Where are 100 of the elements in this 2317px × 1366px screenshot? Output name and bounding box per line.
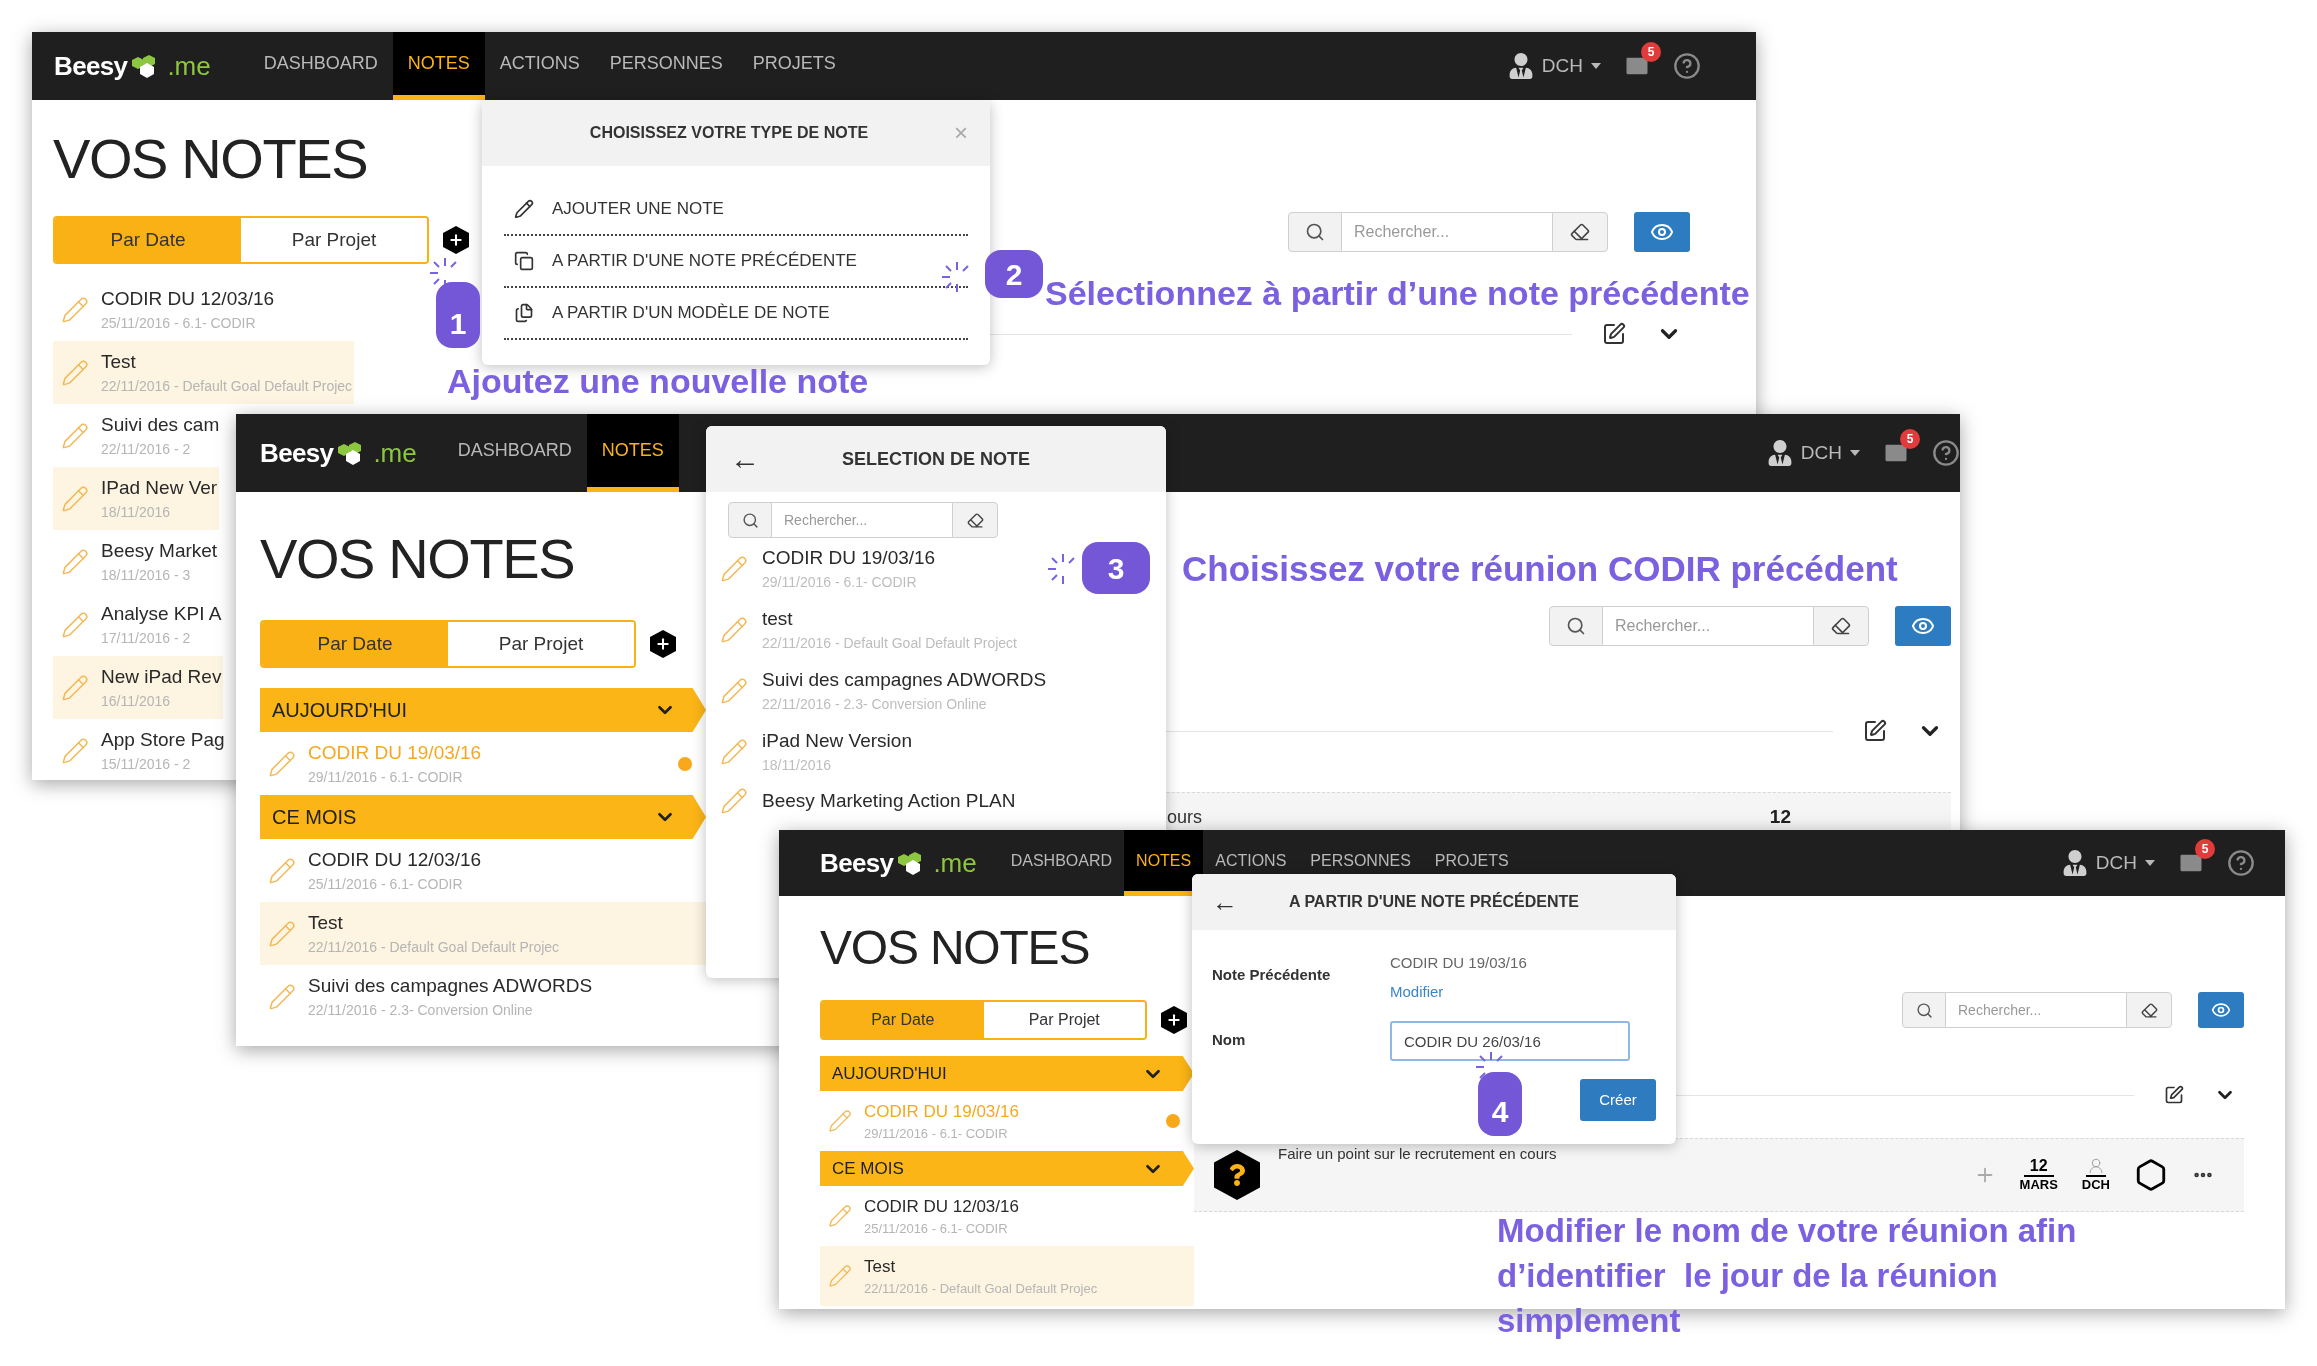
note-item[interactable]: IPad New Ver 18/11/2016 (53, 467, 220, 530)
menu-item-icon (514, 303, 534, 323)
search-button[interactable] (728, 502, 772, 538)
note-option[interactable]: Suivi des campagnes ADWORDS 22/11/2016 - 2.3- Conversion Online (720, 660, 1055, 721)
name-input[interactable]: CODIR DU 26/03/16 (1390, 1021, 1630, 1061)
clear-button[interactable] (1552, 212, 1608, 252)
section-header[interactable]: CE MOIS (260, 795, 706, 839)
view-tab[interactable]: Par Date (822, 1002, 984, 1038)
nav-tab[interactable]: NOTES (392, 32, 485, 100)
note-meta: 25/11/2016 - 6.1- CODIR (864, 1220, 1009, 1238)
hexagon-icon[interactable] (2134, 1158, 2168, 1192)
back-button[interactable]: ← (1212, 889, 1238, 915)
pencil-icon (268, 982, 296, 1011)
nav-tab[interactable]: PROJETS (737, 32, 851, 100)
nav-tab[interactable]: ACTIONS (484, 32, 595, 100)
nav-tab[interactable]: NOTES (1124, 830, 1204, 896)
note-meta: 18/11/2016 (101, 503, 172, 523)
user-icon[interactable] (1507, 53, 1534, 79)
user-menu[interactable]: DCH (1541, 51, 1583, 81)
field-value: CODIR DU 19/03/16 (1390, 953, 1527, 973)
user-menu[interactable]: DCH (1800, 438, 1842, 468)
help-icon[interactable] (1932, 439, 1960, 467)
add-note-button[interactable] (443, 226, 469, 254)
help-icon[interactable] (1673, 52, 1701, 80)
view-tab[interactable]: Par Date (55, 218, 241, 262)
eraser-icon (966, 511, 984, 529)
search-icon (1566, 616, 1586, 636)
search-button[interactable] (1288, 212, 1342, 252)
view-button[interactable] (2198, 992, 2244, 1028)
note-title: CODIR DU 19/03/16 (864, 1100, 1019, 1123)
note-title: CODIR DU 12/03/16 (308, 847, 482, 872)
caret-icon[interactable] (1850, 450, 1860, 456)
page-title: VOS NOTES (820, 920, 1091, 976)
owner-icon (2085, 1157, 2106, 1177)
clear-button[interactable] (1813, 606, 1869, 646)
menu-item[interactable]: A PARTIR D'UNE NOTE PRÉCÉDENTE (504, 236, 968, 288)
nav-tab[interactable]: DASHBOARD (442, 414, 587, 492)
create-button[interactable]: Créer (1580, 1079, 1656, 1121)
note-meta: 22/11/2016 - Default Goal Default Project (762, 634, 1017, 654)
section-header[interactable]: AUJOURD'HUI (260, 688, 706, 732)
menu-item-label: A PARTIR D'UNE NOTE PRÉCÉDENTE (552, 250, 857, 273)
view-tab[interactable]: Par Date (262, 622, 448, 666)
menu-item-icon (514, 199, 534, 219)
menu-item-label: AJOUTER UNE NOTE (552, 198, 724, 221)
back-button[interactable]: ← (730, 444, 760, 474)
nav-tab[interactable]: NOTES (586, 414, 679, 492)
clear-button[interactable] (952, 502, 998, 538)
view-button[interactable] (1634, 212, 1690, 252)
note-meta: 22/11/2016 - Default Goal Default Projec (864, 1280, 1098, 1298)
menu-item[interactable]: AJOUTER UNE NOTE (504, 184, 968, 236)
menu-item[interactable]: A PARTIR D'UN MODÈLE DE NOTE (504, 288, 968, 340)
caret-icon[interactable] (1591, 63, 1601, 69)
edit-icon[interactable] (2164, 1085, 2184, 1105)
search-input[interactable]: Rechercher... (772, 502, 952, 538)
note-title: Suivi des cam (101, 412, 220, 437)
search-button[interactable] (1549, 606, 1603, 646)
caret-icon[interactable] (2145, 860, 2155, 866)
step-caption: Choisissez votre réunion CODIR précédent (1182, 548, 1898, 590)
note-item[interactable]: New iPad Rev 16/11/2016 (53, 656, 224, 719)
section-header[interactable]: AUJOURD'HUI (820, 1056, 1194, 1091)
logo-suffix: .me (933, 846, 977, 880)
note-title: CODIR DU 12/03/16 (101, 286, 275, 311)
add-note-button[interactable] (650, 630, 676, 658)
task-row[interactable]: Faire un point sur le recrutement en cours 12 MARS DCH (1194, 1138, 2244, 1212)
note-meta: 29/11/2016 - 6.1- CODIR (762, 573, 918, 593)
edit-icon[interactable] (1602, 322, 1626, 346)
note-meta: 17/11/2016 - 2 (101, 629, 192, 649)
note-option[interactable]: test 22/11/2016 - Default Goal Default Project (720, 599, 1025, 660)
note-meta: 15/11/2016 - 2 (101, 755, 192, 775)
owner-name: DCH (2081, 1177, 2110, 1193)
pencil-icon (720, 554, 748, 583)
due-day: 12 (1769, 803, 1791, 832)
search-input[interactable]: Rechercher... (1603, 606, 1813, 646)
eraser-icon (1570, 222, 1590, 242)
eye-icon (2211, 1000, 2231, 1020)
search-input[interactable]: Rechercher... (1946, 992, 2126, 1028)
add-note-button[interactable] (1161, 1006, 1187, 1034)
user-icon[interactable] (1766, 440, 1793, 466)
pencil-icon (268, 749, 296, 778)
modify-link[interactable]: Modifier (1390, 980, 1527, 1003)
note-item[interactable]: Test 22/11/2016 - Default Goal Default Projec (260, 902, 706, 965)
user-menu[interactable]: DCH (2095, 848, 2137, 878)
search-button[interactable] (1902, 992, 1946, 1028)
note-option[interactable]: iPad New Version 18/11/2016 (720, 721, 920, 782)
nav-tab[interactable]: DASHBOARD (248, 32, 393, 100)
note-item[interactable]: Test 22/11/2016 - Default Goal Default Projec (820, 1246, 1194, 1306)
pencil-icon (720, 676, 748, 705)
edit-icon[interactable] (1863, 719, 1887, 743)
clear-button[interactable] (2126, 992, 2172, 1028)
section-header[interactable]: CE MOIS (820, 1151, 1194, 1186)
user-icon[interactable] (2061, 850, 2088, 876)
help-icon[interactable] (2227, 849, 2255, 877)
pencil-icon (268, 856, 296, 885)
search-input[interactable]: Rechercher... (1342, 212, 1552, 252)
note-option[interactable]: CODIR DU 19/03/16 29/11/2016 - 6.1- CODIR (720, 538, 944, 599)
pencil-icon (61, 547, 89, 576)
note-item[interactable]: Test 22/11/2016 - Default Goal Default Projec (53, 341, 355, 404)
note-title: IPad New Ver (101, 475, 218, 500)
view-button[interactable] (1895, 606, 1951, 646)
nav-tab[interactable]: PERSONNES (594, 32, 738, 100)
